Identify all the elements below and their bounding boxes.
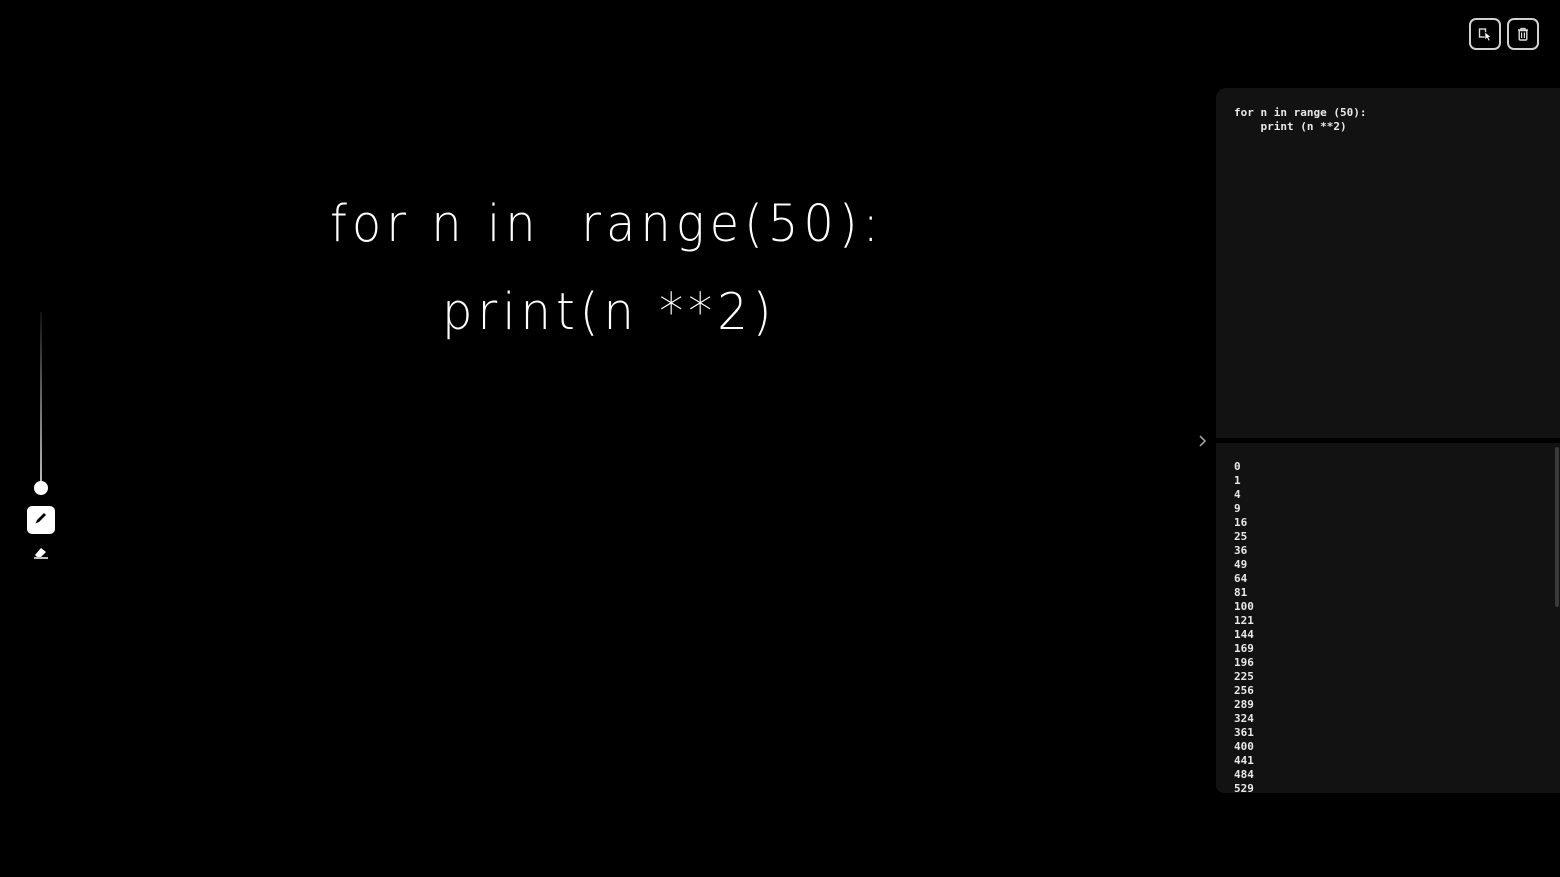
handwritten-line-1: for n in range(50): (330, 194, 884, 254)
output-line: 484 (1234, 768, 1254, 781)
chevron-right-icon (1197, 433, 1207, 452)
output-line: 9 (1234, 502, 1241, 515)
output-line: 16 (1234, 516, 1248, 529)
output-line: 225 (1234, 670, 1254, 683)
eraser-icon (31, 543, 51, 565)
output-line: 121 (1234, 614, 1254, 627)
output-line: 324 (1234, 712, 1254, 725)
output-line: 4 (1234, 488, 1241, 501)
output-line: 256 (1234, 684, 1254, 697)
output-line: 361 (1234, 726, 1254, 739)
output-line: 196 (1234, 656, 1254, 669)
recognized-code: for n in range (50): print (n **2) (1234, 106, 1367, 133)
app-root: for n in range(50): print(n **2) for n i… (0, 0, 1560, 877)
brush-size-knob[interactable] (34, 481, 48, 495)
output-line: 0 (1234, 460, 1241, 473)
pen-tool-button[interactable] (27, 506, 55, 534)
drawing-canvas[interactable]: for n in range(50): print(n **2) (70, 60, 1200, 840)
output-line: 529 (1234, 782, 1254, 793)
output-scrollbar[interactable] (1555, 447, 1559, 607)
output-panel[interactable]: 0 1 4 9 16 25 36 49 64 81 100 121 144 169 196 225 256 289… (1216, 443, 1560, 793)
output-line: 441 (1234, 754, 1254, 767)
trash-icon (1515, 26, 1531, 42)
output-line: 144 (1234, 628, 1254, 641)
eraser-tool-button[interactable] (27, 540, 55, 568)
output-line: 289 (1234, 698, 1254, 711)
output-line: 100 (1234, 600, 1254, 613)
collapse-panel-button[interactable] (1194, 432, 1210, 452)
pen-icon (32, 509, 50, 531)
code-panel[interactable]: for n in range (50): print (n **2) (1216, 88, 1560, 438)
output-line: 1 (1234, 474, 1241, 487)
brush-size-slider[interactable] (40, 312, 42, 482)
tool-rail (26, 312, 56, 572)
top-toolbar (1469, 18, 1539, 50)
handwritten-line-2: print(n **2) (442, 282, 777, 342)
run-button[interactable] (1469, 18, 1501, 50)
output-lines: 0 1 4 9 16 25 36 49 64 81 100 121 144 169 196 225 256 289… (1234, 460, 1542, 793)
output-line: 81 (1234, 586, 1248, 599)
output-line: 400 (1234, 740, 1254, 753)
output-line: 169 (1234, 642, 1254, 655)
delete-button[interactable] (1507, 18, 1539, 50)
output-line: 25 (1234, 530, 1248, 543)
output-line: 49 (1234, 558, 1248, 571)
output-line: 64 (1234, 572, 1248, 585)
output-line: 36 (1234, 544, 1248, 557)
cursor-icon (1477, 26, 1493, 42)
